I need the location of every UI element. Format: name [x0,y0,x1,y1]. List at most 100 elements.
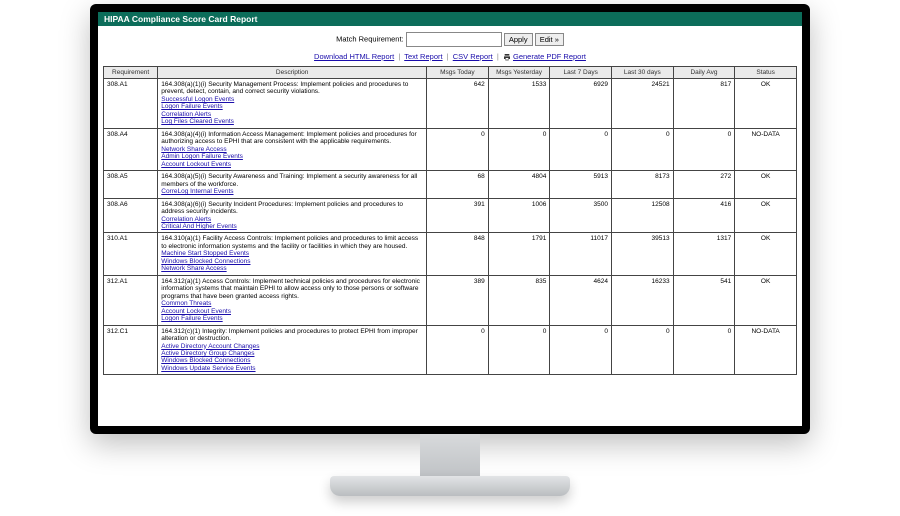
cell-daily-avg: 1317 [673,233,735,275]
cell-msgs-yesterday: 0 [488,325,550,375]
col-requirement: Requirement [104,67,158,79]
description-link[interactable]: Log Files Cleared Events [161,118,423,125]
cell-status: OK [735,233,797,275]
cell-msgs-today: 642 [427,79,489,129]
cell-description: 164.312(c)(1) Integrity: Implement polic… [158,325,427,375]
cell-msgs-today: 0 [427,325,489,375]
cell-msgs-today: 391 [427,198,489,233]
separator: | [396,52,402,61]
cell-last-7: 0 [550,325,612,375]
description-link[interactable]: CorreLog Internal Events [161,188,423,195]
monitor-stand-neck [420,434,480,476]
description-link[interactable]: Correlation Alerts [161,111,423,118]
compliance-table: Requirement Description Msgs Today Msgs … [103,66,797,375]
table-row: 308.A6164.308(a)(6)(i) Security Incident… [104,198,797,233]
filter-input[interactable] [406,32,502,47]
cell-description: 164.308(a)(5)(i) Security Awareness and … [158,171,427,198]
cell-last-30: 0 [611,325,673,375]
app-title: HIPAA Compliance Score Card Report [104,14,258,24]
description-link[interactable]: Account Lockout Events [161,308,423,315]
table-row: 308.A1164.308(a)(1)(i) Security Manageme… [104,79,797,129]
description-link[interactable]: Machine Start Stopped Events [161,250,423,257]
description-link[interactable]: Logon Failure Events [161,103,423,110]
col-status: Status [735,67,797,79]
cell-msgs-yesterday: 835 [488,275,550,325]
edit-button[interactable]: Edit » [535,33,564,46]
description-link[interactable]: Common Threats [161,300,423,307]
download-html-link[interactable]: Download HTML Report [314,52,394,61]
description-text: 164.308(a)(6)(i) Security Incident Proce… [161,201,403,215]
col-msgs-yesterday: Msgs Yesterday [488,67,550,79]
cell-last-7: 4624 [550,275,612,325]
cell-last-30: 24521 [611,79,673,129]
cell-description: 164.308(a)(1)(i) Security Management Pro… [158,79,427,129]
cell-daily-avg: 817 [673,79,735,129]
cell-description: 164.308(a)(4)(i) Information Access Mana… [158,128,427,170]
description-link[interactable]: Windows Blocked Connections [161,258,423,265]
cell-requirement: 312.A1 [104,275,158,325]
description-text: 164.308(a)(4)(i) Information Access Mana… [161,131,416,145]
description-link[interactable]: Active Directory Account Changes [161,343,423,350]
cell-description: 164.310(a)(1) Facility Access Controls: … [158,233,427,275]
cell-status: OK [735,198,797,233]
cell-last-7: 0 [550,128,612,170]
filter-bar: Match Requirement: Apply Edit » [98,26,802,49]
cell-daily-avg: 541 [673,275,735,325]
cell-last-7: 3500 [550,198,612,233]
cell-last-30: 16233 [611,275,673,325]
table-row: 312.A1164.312(a)(1) Access Controls: Imp… [104,275,797,325]
description-link[interactable]: Critical And Higher Events [161,223,423,230]
description-link[interactable]: Account Lockout Events [161,161,423,168]
separator: | [445,52,451,61]
monitor-frame: HIPAA Compliance Score Card Report Match… [90,4,810,434]
col-description: Description [158,67,427,79]
table-row: 308.A5164.308(a)(5)(i) Security Awarenes… [104,171,797,198]
table-row: 312.C1164.312(c)(1) Integrity: Implement… [104,325,797,375]
cell-last-30: 8173 [611,171,673,198]
description-text: 164.308(a)(1)(i) Security Management Pro… [161,81,408,95]
cell-msgs-yesterday: 1533 [488,79,550,129]
cell-requirement: 308.A4 [104,128,158,170]
cell-msgs-yesterday: 1006 [488,198,550,233]
description-link[interactable]: Active Directory Group Changes [161,350,423,357]
description-link[interactable]: Windows Blocked Connections [161,357,423,364]
cell-requirement: 310.A1 [104,233,158,275]
cell-msgs-today: 848 [427,233,489,275]
cell-last-30: 12508 [611,198,673,233]
description-text: 164.308(a)(5)(i) Security Awareness and … [161,173,417,187]
cell-last-30: 39513 [611,233,673,275]
apply-button[interactable]: Apply [504,33,533,46]
table-header-row: Requirement Description Msgs Today Msgs … [104,67,797,79]
cell-msgs-today: 0 [427,128,489,170]
cell-last-7: 5913 [550,171,612,198]
description-link[interactable]: Network Share Access [161,146,423,153]
cell-msgs-yesterday: 4804 [488,171,550,198]
cell-msgs-today: 68 [427,171,489,198]
description-link[interactable]: Network Share Access [161,265,423,272]
cell-msgs-yesterday: 1791 [488,233,550,275]
cell-requirement: 308.A1 [104,79,158,129]
cell-msgs-yesterday: 0 [488,128,550,170]
description-link[interactable]: Correlation Alerts [161,216,423,223]
cell-requirement: 312.C1 [104,325,158,375]
description-link[interactable]: Admin Logon Failure Events [161,153,423,160]
description-link[interactable]: Windows Update Service Events [161,365,423,372]
description-text: 164.310(a)(1) Facility Access Controls: … [161,235,418,249]
cell-status: NO-DATA [735,325,797,375]
description-link[interactable]: Logon Failure Events [161,315,423,322]
cell-last-7: 6929 [550,79,612,129]
col-last-7: Last 7 Days [550,67,612,79]
description-link[interactable]: Successful Logon Events [161,96,423,103]
separator: | [495,52,501,61]
printer-icon [503,52,513,61]
titlebar: HIPAA Compliance Score Card Report [98,12,802,26]
cell-msgs-today: 389 [427,275,489,325]
text-report-link[interactable]: Text Report [404,52,442,61]
csv-report-link[interactable]: CSV Report [453,52,493,61]
export-links-bar: Download HTML Report | Text Report | CSV… [98,49,802,66]
cell-last-7: 11017 [550,233,612,275]
screen: HIPAA Compliance Score Card Report Match… [98,12,802,426]
cell-requirement: 308.A6 [104,198,158,233]
generate-pdf-link[interactable]: Generate PDF Report [513,52,586,61]
monitor-stand-base [330,476,570,496]
